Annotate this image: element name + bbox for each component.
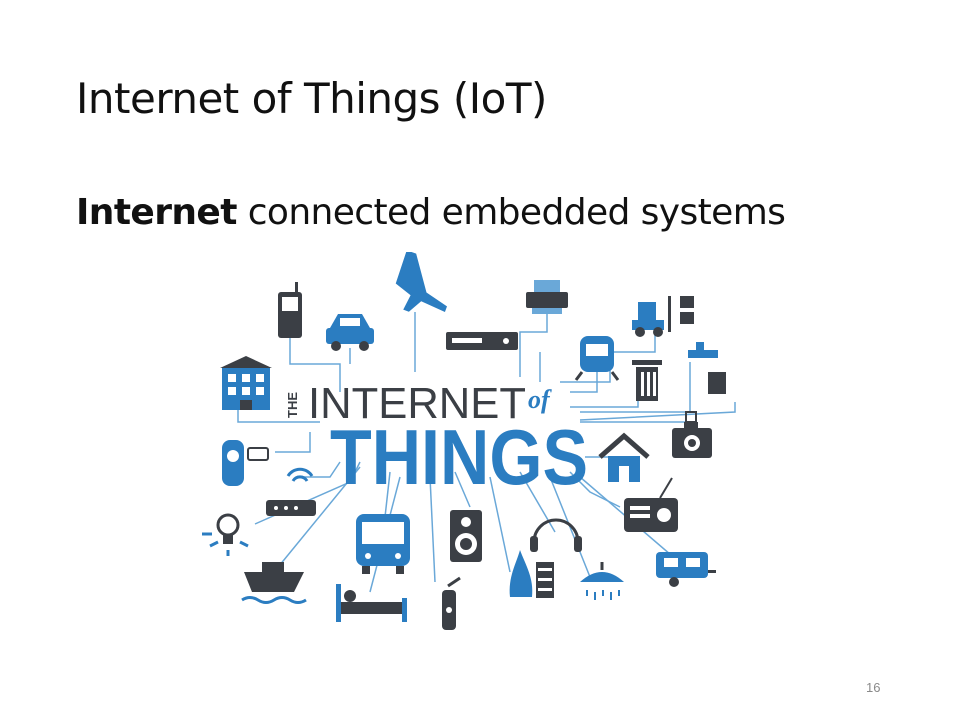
light-bulb-icon bbox=[202, 513, 249, 556]
airplane-icon bbox=[395, 252, 447, 313]
subtitle-bold: Internet bbox=[76, 192, 237, 233]
fireplace-icon bbox=[509, 550, 554, 598]
speaker-icon bbox=[450, 510, 482, 562]
bed-icon bbox=[336, 584, 407, 622]
camera-icon bbox=[672, 411, 712, 458]
wordmark-the: THE bbox=[285, 392, 300, 418]
slide-subtitle: Internet connected embedded systems bbox=[76, 192, 786, 233]
car-icon bbox=[326, 314, 374, 351]
radio-icon bbox=[624, 477, 678, 532]
faucet-icon bbox=[688, 342, 726, 394]
security-camera-icon bbox=[222, 440, 269, 486]
slide-title: Internet of Things (IoT) bbox=[76, 74, 547, 123]
ship-icon bbox=[241, 562, 307, 604]
page-number: 16 bbox=[866, 680, 881, 695]
dvd-player-icon bbox=[446, 332, 518, 350]
wordmark-things: THINGS bbox=[330, 413, 588, 501]
trash-can-icon bbox=[632, 360, 662, 401]
bus-icon bbox=[356, 514, 410, 574]
building-icon bbox=[220, 356, 272, 410]
caravan-icon bbox=[656, 552, 716, 587]
subtitle-rest: connected embedded systems bbox=[236, 192, 786, 233]
printer-icon bbox=[526, 280, 568, 314]
fire-extinguisher-icon bbox=[442, 576, 461, 630]
iot-graphic: THE INTERNET of THINGS bbox=[202, 252, 736, 630]
wordmark: THE INTERNET of THINGS bbox=[285, 379, 588, 501]
wifi-router-icon bbox=[266, 467, 316, 516]
mobile-phone-icon bbox=[278, 282, 302, 338]
home-icon bbox=[598, 432, 650, 482]
forklift-icon bbox=[632, 296, 694, 337]
wordmark-of: of bbox=[528, 385, 552, 414]
